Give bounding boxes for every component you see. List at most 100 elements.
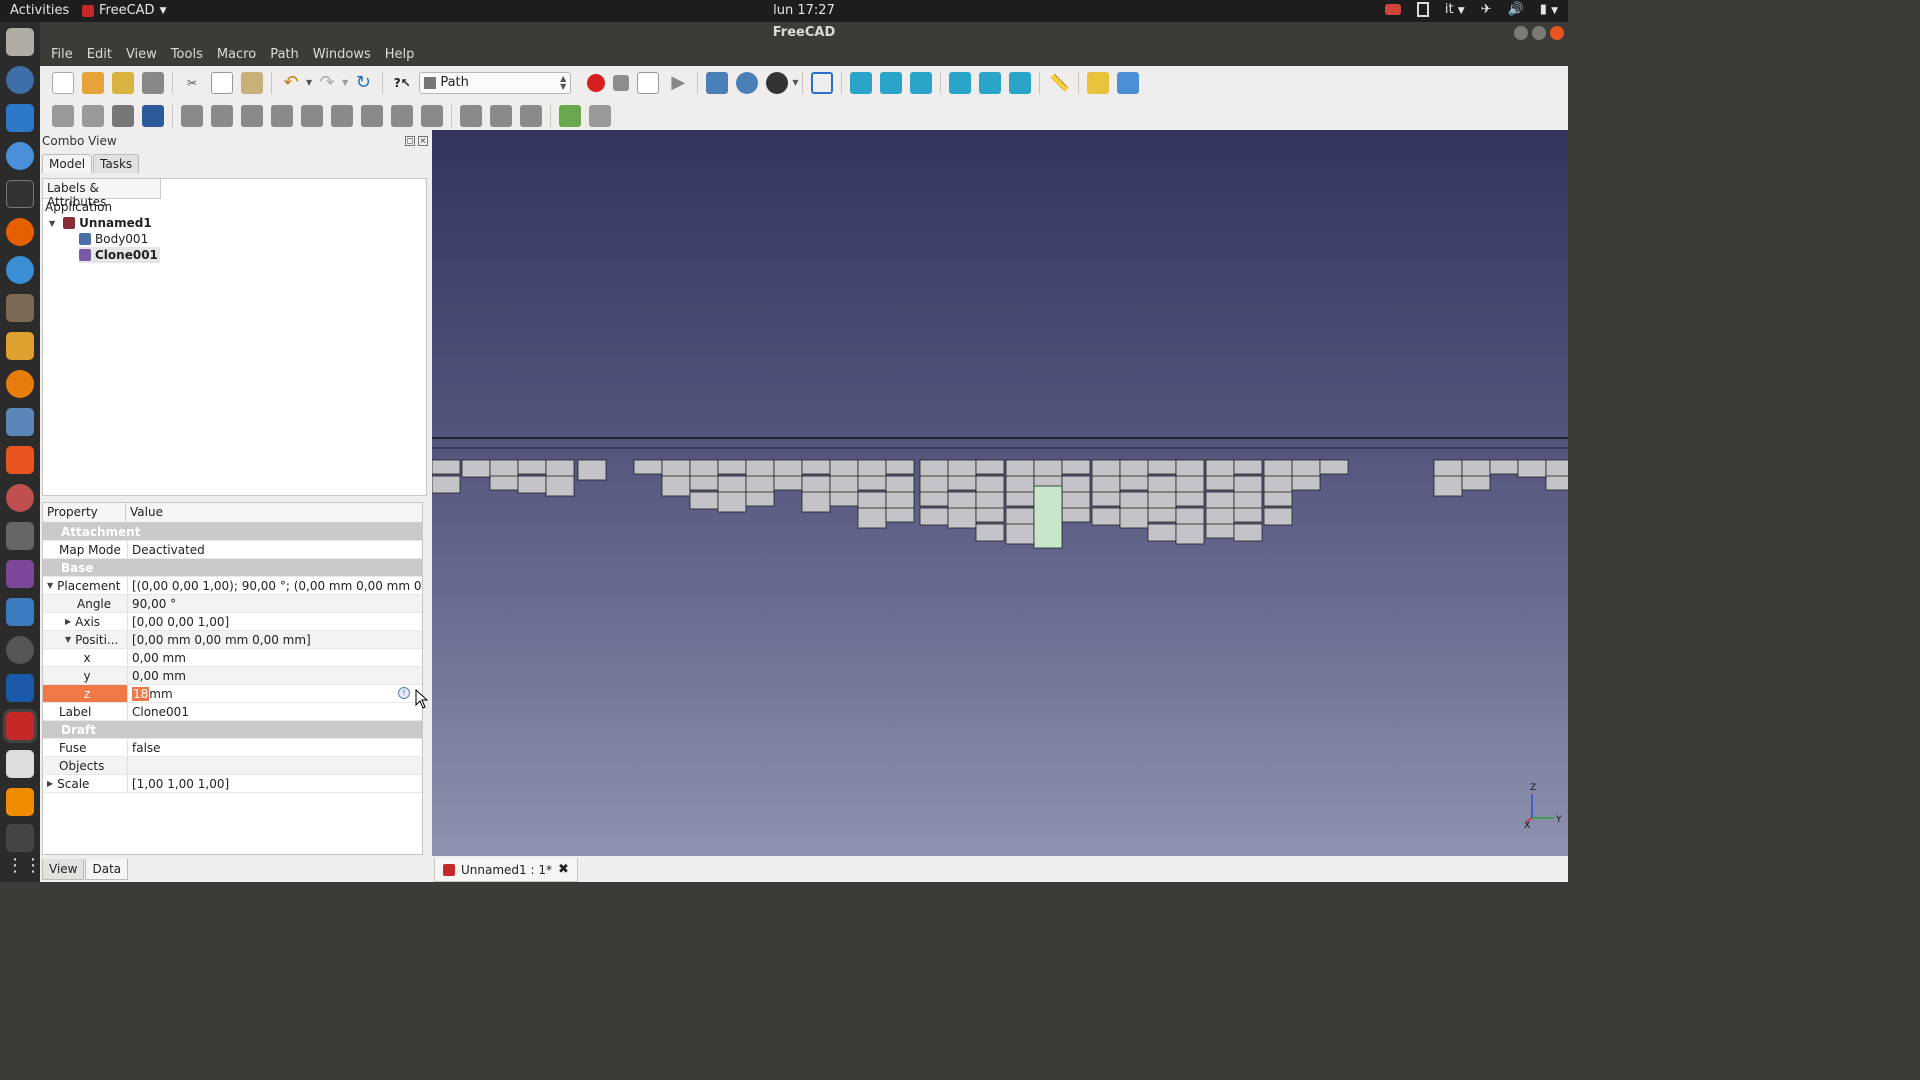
model-face[interactable] bbox=[773, 475, 803, 491]
bottom-view-icon[interactable] bbox=[979, 71, 1002, 94]
model-face[interactable] bbox=[1175, 523, 1205, 545]
model-face[interactable] bbox=[1061, 507, 1091, 523]
macro-stop-icon[interactable] bbox=[613, 74, 630, 91]
profile-icon[interactable] bbox=[181, 104, 203, 127]
model-face[interactable] bbox=[461, 459, 491, 478]
value-column-header[interactable]: Value bbox=[125, 503, 167, 522]
tab-view[interactable]: View bbox=[42, 859, 85, 880]
battery-icon[interactable]: ▮ ▼ bbox=[1540, 2, 1558, 17]
gimp-icon[interactable] bbox=[6, 294, 34, 322]
document-tab[interactable]: Unnamed1 : 1* ✖ bbox=[434, 858, 578, 882]
model-face[interactable] bbox=[717, 475, 747, 494]
open-icon[interactable] bbox=[82, 71, 104, 94]
tree-root[interactable]: Application bbox=[45, 199, 112, 215]
model-face[interactable] bbox=[1263, 459, 1293, 478]
expander-open-icon[interactable]: ▼ bbox=[65, 635, 71, 644]
3d-scene[interactable]: Z X Y bbox=[432, 130, 1568, 856]
model-face[interactable] bbox=[1489, 459, 1519, 475]
helix-icon[interactable] bbox=[361, 104, 383, 127]
model-face[interactable] bbox=[975, 507, 1005, 523]
model-face[interactable] bbox=[801, 459, 831, 475]
tab-data[interactable]: Data bbox=[85, 859, 129, 880]
prop-axis[interactable]: ▶ Axis [0,00 0,00 1,00] bbox=[43, 613, 422, 631]
prop-scale[interactable]: ▶ Scale [1,00 1,00 1,00] bbox=[43, 775, 422, 793]
menu-help[interactable]: Help bbox=[378, 44, 422, 66]
group-draft[interactable]: Draft bbox=[43, 721, 422, 739]
expander-open-icon[interactable]: ▼ bbox=[49, 219, 55, 228]
model-face[interactable] bbox=[885, 459, 915, 475]
model-face[interactable] bbox=[1233, 475, 1263, 494]
menu-macro[interactable]: Macro bbox=[210, 44, 263, 66]
eye-icon[interactable] bbox=[6, 636, 34, 664]
model-face[interactable] bbox=[517, 459, 547, 475]
job-icon[interactable] bbox=[52, 104, 74, 127]
redo-dropdown-icon[interactable]: ▼ bbox=[342, 78, 348, 87]
model-face[interactable] bbox=[1517, 459, 1547, 478]
property-column-header[interactable]: Property bbox=[43, 503, 125, 522]
prop-value[interactable]: false bbox=[127, 739, 422, 756]
model-face[interactable] bbox=[1205, 475, 1235, 491]
preselected-face[interactable] bbox=[1033, 485, 1063, 549]
model-face[interactable] bbox=[1205, 523, 1235, 539]
model-face[interactable] bbox=[857, 475, 887, 491]
prop-map-mode[interactable]: Map Mode Deactivated bbox=[43, 541, 422, 559]
model-face[interactable] bbox=[947, 507, 977, 529]
model-face[interactable] bbox=[717, 459, 747, 475]
software-center-icon[interactable] bbox=[6, 446, 34, 474]
isometric-view-icon[interactable] bbox=[811, 71, 834, 94]
contour-icon[interactable] bbox=[211, 104, 233, 127]
model-face[interactable] bbox=[1233, 507, 1263, 523]
menu-view[interactable]: View bbox=[119, 44, 164, 66]
draw-style-icon[interactable] bbox=[766, 71, 789, 94]
files-icon[interactable] bbox=[6, 28, 34, 56]
maximize-button[interactable] bbox=[1532, 26, 1546, 40]
camera-icon[interactable] bbox=[6, 522, 34, 550]
model-face[interactable] bbox=[1119, 491, 1149, 510]
prop-value[interactable]: [0,00 0,00 1,00] bbox=[127, 613, 422, 630]
model-face[interactable] bbox=[661, 459, 691, 478]
prop-position[interactable]: ▼ Positi... [0,00 mm 0,00 mm 0,00 mm] bbox=[43, 631, 422, 649]
model-face[interactable] bbox=[717, 491, 747, 513]
model-face[interactable] bbox=[1263, 491, 1293, 507]
mill-face-icon[interactable] bbox=[331, 104, 353, 127]
prop-value[interactable]: [0,00 mm 0,00 mm 0,00 mm] bbox=[127, 631, 422, 648]
model-face[interactable] bbox=[545, 459, 575, 478]
prop-z[interactable]: z 18 mm f bbox=[43, 685, 422, 703]
model-face[interactable] bbox=[545, 475, 575, 497]
close-tab-icon[interactable]: ✖ bbox=[558, 862, 569, 877]
prop-angle[interactable]: Angle 90,00 ° bbox=[43, 595, 422, 613]
language-indicator[interactable]: it ▼ bbox=[1445, 2, 1465, 17]
close-panel-button[interactable]: × bbox=[418, 136, 428, 146]
post-process-icon[interactable] bbox=[82, 104, 104, 127]
model-face[interactable] bbox=[1433, 459, 1463, 478]
model-face[interactable] bbox=[1091, 507, 1121, 526]
inkscape-icon[interactable] bbox=[6, 332, 34, 360]
expander-closed-icon[interactable]: ▶ bbox=[47, 779, 53, 788]
expander-closed-icon[interactable]: ▶ bbox=[65, 617, 71, 626]
tab-model[interactable]: Model bbox=[42, 154, 93, 173]
chromium-icon[interactable] bbox=[6, 142, 34, 170]
engrave-icon[interactable] bbox=[421, 104, 443, 127]
prop-fuse[interactable]: Fuse false bbox=[43, 739, 422, 757]
volume-icon[interactable]: 🔊 bbox=[1508, 2, 1524, 17]
freecad-dock-icon[interactable] bbox=[6, 712, 34, 740]
model-face[interactable] bbox=[1147, 459, 1177, 475]
prop-value[interactable] bbox=[127, 757, 422, 774]
model-face[interactable] bbox=[975, 475, 1005, 494]
model-face[interactable] bbox=[947, 475, 977, 491]
tab-tasks[interactable]: Tasks bbox=[93, 154, 140, 173]
system-monitor-icon[interactable] bbox=[6, 408, 34, 436]
model-face[interactable] bbox=[432, 475, 461, 494]
clock[interactable]: lun 17:27 bbox=[0, 3, 1608, 18]
clipboard-icon[interactable] bbox=[1416, 2, 1429, 17]
group-base[interactable]: Base bbox=[43, 559, 422, 577]
model-face[interactable] bbox=[1119, 475, 1149, 491]
model-face[interactable] bbox=[1005, 459, 1035, 478]
print-icon[interactable] bbox=[142, 71, 164, 94]
airplane-mode-icon[interactable]: ✈ bbox=[1481, 2, 1492, 17]
blender-icon[interactable] bbox=[6, 370, 34, 398]
model-face[interactable] bbox=[1461, 475, 1491, 491]
tree-item-clone001[interactable]: Clone001 bbox=[79, 247, 160, 263]
model-face[interactable] bbox=[1263, 507, 1293, 526]
model-face[interactable] bbox=[489, 475, 519, 491]
